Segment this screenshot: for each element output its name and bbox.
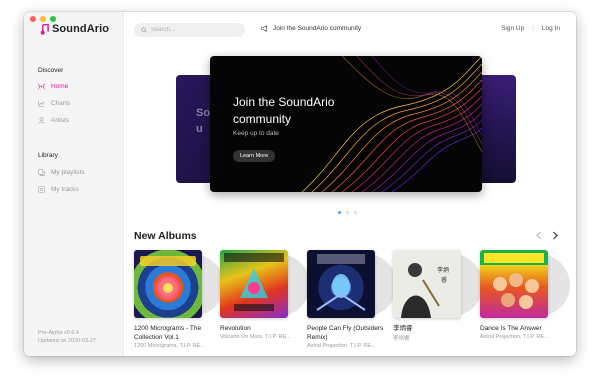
banner-title-line: Join the SoundArio: [233, 95, 335, 109]
chevron-right-icon[interactable]: [551, 231, 559, 240]
album-art: 李炳 睿: [401, 263, 449, 318]
sign-up-link[interactable]: Sign Up: [501, 25, 524, 32]
app-logo[interactable]: SoundArio: [40, 23, 109, 35]
search-input[interactable]: [151, 27, 241, 33]
music-note-icon: [40, 23, 49, 35]
album-art: [316, 254, 366, 311]
album-cover: [220, 250, 288, 318]
carousel-dot-3[interactable]: [354, 211, 357, 214]
chevron-left-icon[interactable]: [535, 231, 543, 240]
version-text: Pre-Alpha v0.6.4: [38, 330, 79, 336]
user-icon: [38, 117, 45, 124]
sidebar-item-label: My playlists: [51, 169, 85, 176]
album-artist: 李炳睿: [393, 336, 410, 342]
search-icon: [141, 27, 147, 33]
album-name: 1200 Micrograms - The Collection Vol.1: [134, 325, 202, 341]
zoom-window-button[interactable]: [50, 16, 56, 22]
window-controls: [30, 16, 56, 22]
album-cover: [480, 250, 548, 318]
album-name: Revolution: [220, 325, 251, 332]
community-link[interactable]: Join the SoundArio community: [261, 25, 361, 32]
updated-text: Updated on 2020-03-27: [38, 338, 97, 344]
banner-title: Join the SoundArio community: [233, 94, 353, 128]
sidebar-item-artists[interactable]: Artists: [38, 117, 69, 124]
banner-subtitle: Keep up to date: [233, 130, 279, 137]
svg-text:李炳: 李炳: [437, 266, 449, 274]
radio-icon: [38, 83, 45, 90]
log-in-link[interactable]: Log In: [542, 25, 560, 32]
auth-links: Sign Up | Log In: [501, 25, 560, 32]
carousel-dots: [338, 211, 357, 214]
top-bar: Join the SoundArio community Sign Up | L…: [124, 12, 576, 48]
album-artist: Volcano On Mars, T.I.P. RE...: [220, 334, 291, 340]
learn-more-button[interactable]: Learn More: [233, 150, 276, 162]
album-artist: Astral Projection, T.I.P. RE...: [307, 343, 376, 349]
tracks-icon: [38, 186, 45, 193]
banner-carousel: So u Join the SoundArio community Keep u…: [124, 54, 576, 224]
album-name: 李炳睿: [393, 325, 413, 332]
albums-nav: [535, 231, 559, 240]
album-artist: Astral Projection, T.I.P. RE...: [480, 334, 549, 340]
svg-text:睿: 睿: [441, 276, 447, 284]
megaphone-icon: [261, 25, 267, 32]
ghost-line: u: [196, 123, 203, 135]
auth-separator: |: [532, 25, 534, 32]
discover-heading: Discover: [38, 67, 64, 74]
carousel-dot-2[interactable]: [346, 211, 349, 214]
sidebar-item-label: Artists: [51, 117, 70, 124]
banner-ghost-text: So u: [196, 105, 210, 137]
album-art: [224, 253, 284, 311]
album-name: People Can Fly (Outsiders Remix): [307, 325, 384, 341]
close-window-button[interactable]: [30, 16, 36, 22]
section-title-new-albums: New Albums: [134, 230, 197, 242]
sidebar-item-my-tracks[interactable]: My tracks: [38, 186, 79, 193]
banner-slide-active: Join the SoundArio community Keep up to …: [210, 56, 482, 192]
minimize-window-button[interactable]: [40, 16, 46, 22]
app-name: SoundArio: [52, 23, 110, 35]
album-cover: 李炳 睿: [393, 250, 461, 318]
album-art: [140, 256, 196, 300]
version-info: Pre-Alpha v0.6.4 Updated on 2020-03-27: [38, 329, 96, 345]
ghost-line: So: [196, 107, 211, 119]
chart-icon: [38, 100, 45, 107]
community-label: Join the SoundArio community: [273, 25, 362, 32]
sidebar-item-my-playlists[interactable]: My playlists: [38, 169, 85, 176]
app-window: SoundArio Discover Home Charts Artists L: [24, 12, 576, 356]
sidebar-item-label: Charts: [51, 100, 71, 107]
sidebar: SoundArio Discover Home Charts Artists L: [24, 12, 124, 356]
sidebar-item-label: My tracks: [51, 186, 79, 193]
album-name: Dance Is The Answer: [480, 325, 542, 332]
sidebar-item-home[interactable]: Home: [38, 83, 68, 90]
album-artist: 1200 Micrograms, T.I.P. RE...: [134, 343, 206, 349]
playlist-icon: [38, 169, 45, 176]
sidebar-item-label: Home: [51, 83, 69, 90]
carousel-dot-1[interactable]: [338, 211, 341, 214]
album-art: [484, 253, 544, 309]
album-cover: [134, 250, 202, 318]
banner-title-line: community: [233, 112, 292, 126]
album-cover: [307, 250, 375, 318]
sidebar-item-charts[interactable]: Charts: [38, 100, 70, 107]
search-box[interactable]: [134, 23, 245, 37]
library-heading: Library: [38, 152, 58, 159]
